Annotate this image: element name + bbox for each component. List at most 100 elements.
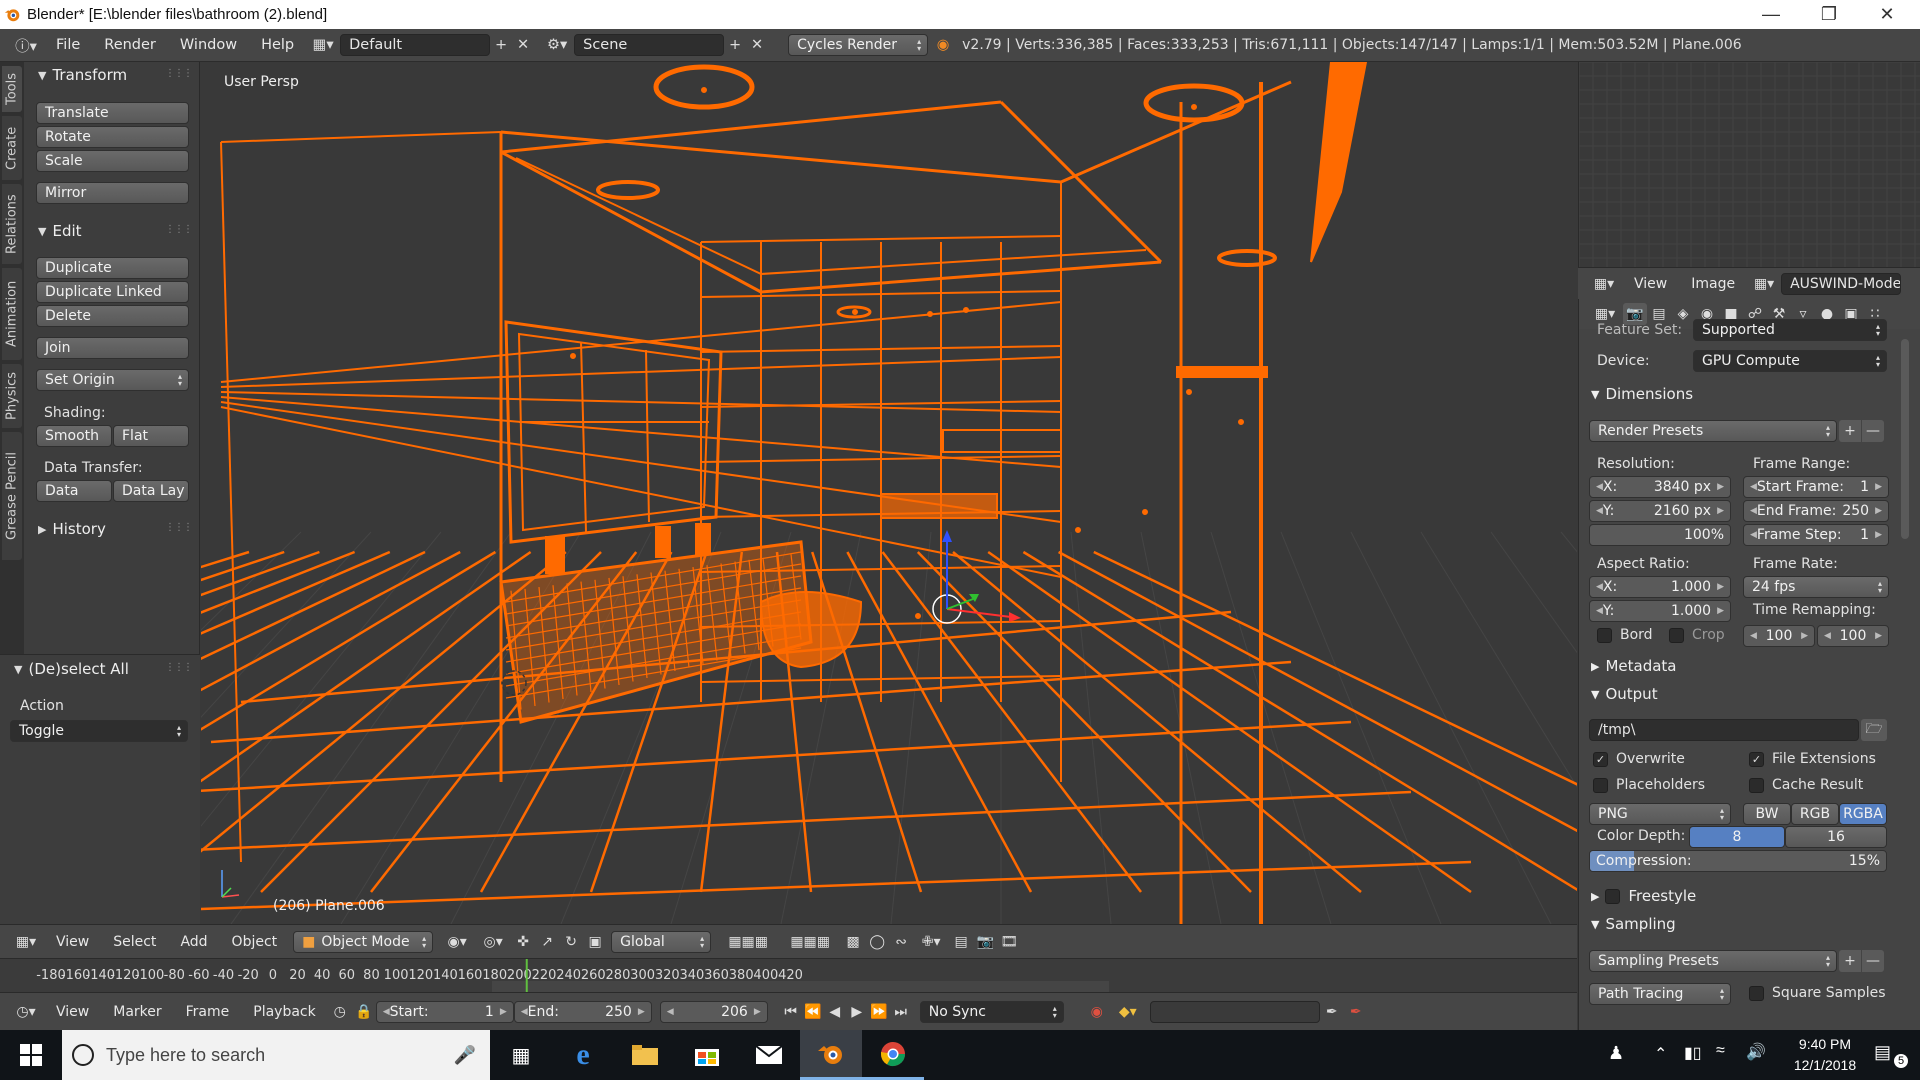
frame-step-field[interactable]: ◀ Frame Step: 1 ▶ xyxy=(1743,524,1889,546)
color-depth-16-button[interactable]: 16 xyxy=(1785,826,1887,848)
action-dropdown[interactable]: Toggle xyxy=(10,720,188,742)
border-checkbox[interactable]: Bord xyxy=(1597,627,1653,643)
timeline-frame-menu[interactable]: Frame xyxy=(174,1004,242,1020)
history-panel-header[interactable]: ▶ History xyxy=(38,520,106,538)
keying-icon[interactable]: ◆▾ xyxy=(1110,1001,1146,1023)
jump-start-icon[interactable]: ⏮ xyxy=(780,1001,802,1023)
add-preset-icon[interactable]: + xyxy=(1839,420,1861,442)
delete-button[interactable]: Delete xyxy=(36,305,189,327)
pivot-point-icon[interactable]: ◎▾ xyxy=(475,931,511,953)
timeline-playback-menu[interactable]: Playback xyxy=(241,1004,327,1020)
clock-date[interactable]: 12/1/2018 xyxy=(1790,1057,1860,1073)
blender-taskbar-icon[interactable] xyxy=(800,1030,862,1080)
image-editor-area[interactable] xyxy=(1578,62,1920,267)
tab-grease-pencil[interactable]: Grease Pencil xyxy=(2,432,22,560)
minimize-button[interactable]: — xyxy=(1742,0,1800,29)
render-presets-dropdown[interactable]: Render Presets xyxy=(1589,420,1837,442)
opengl-anim-icon[interactable]: 🎞 xyxy=(997,931,1021,953)
record-icon[interactable]: ◉ xyxy=(1084,1001,1110,1023)
file-extensions-checkbox[interactable]: ✓ File Extensions xyxy=(1749,751,1876,767)
remove-sampling-preset-icon[interactable]: — xyxy=(1862,950,1884,972)
image-name-field[interactable]: AUSWIND-Modern xyxy=(1781,272,1902,295)
image-browse-icon[interactable]: ▦▾ xyxy=(1747,273,1781,295)
drag-grip-icon[interactable]: ⋮⋮⋮ xyxy=(165,662,193,673)
frame-rate-dropdown[interactable]: 24 fps xyxy=(1743,576,1889,598)
opengl-render-icon[interactable]: 📷 xyxy=(973,931,997,953)
output-path-field[interactable]: /tmp\ xyxy=(1589,719,1859,741)
chrome-taskbar-icon[interactable] xyxy=(862,1030,924,1080)
file-explorer-icon[interactable] xyxy=(614,1030,676,1080)
store-icon[interactable] xyxy=(676,1030,738,1080)
task-view-icon[interactable]: ▦ xyxy=(490,1030,552,1080)
tab-relations[interactable]: Relations xyxy=(2,184,22,264)
snap-element-icon[interactable]: ✙▾ xyxy=(913,931,949,953)
output-panel-header[interactable]: ▼ Output xyxy=(1591,685,1658,703)
drag-grip-icon[interactable]: ⋮⋮⋮ xyxy=(165,224,193,235)
crop-checkbox[interactable]: Crop xyxy=(1669,627,1725,643)
3d-viewport[interactable]: User Persp (206) Plane.006 xyxy=(201,62,1577,924)
add-layout-icon[interactable]: + xyxy=(490,34,512,56)
restore-button[interactable]: ❐ xyxy=(1800,0,1858,29)
render-engine-dropdown[interactable]: Cycles Render xyxy=(788,34,929,56)
duplicate-linked-button[interactable]: Duplicate Linked xyxy=(36,281,189,303)
keying-set-field[interactable] xyxy=(1149,1000,1320,1023)
freestyle-panel-header[interactable]: ▶ Freestyle xyxy=(1591,887,1696,905)
data-transfer-button[interactable]: Data xyxy=(36,480,112,502)
remove-scene-icon[interactable]: ✕ xyxy=(746,34,768,56)
aspect-y-field[interactable]: ◀ Y: 1.000 ▶ xyxy=(1589,600,1731,622)
microphone-icon[interactable]: 🎤 xyxy=(454,1045,476,1066)
play-icon[interactable]: ▶ xyxy=(846,1001,868,1023)
screen-layout-field[interactable]: Default xyxy=(340,34,491,56)
edge-browser-icon[interactable]: e xyxy=(552,1030,614,1080)
wifi-icon[interactable]: ≈ xyxy=(1716,1042,1725,1060)
tab-animation[interactable]: Animation xyxy=(2,268,22,360)
tab-tools[interactable]: Tools xyxy=(2,66,22,112)
current-frame-field[interactable]: ◀ 206 ▶ xyxy=(659,1000,768,1023)
placeholders-checkbox[interactable]: Placeholders xyxy=(1593,777,1705,793)
screen-layout-icon[interactable]: ▦▾ xyxy=(306,34,340,56)
close-window-button[interactable]: ✕ xyxy=(1858,0,1916,29)
image-view-menu[interactable]: View xyxy=(1622,276,1679,292)
layers-grid-2-icon[interactable]: ▦▦▦ xyxy=(779,931,841,953)
play-reverse-icon[interactable]: ◀ xyxy=(824,1001,846,1023)
translate-manipulator-icon[interactable]: ↗ xyxy=(535,931,559,953)
lock-camera-icon[interactable]: ▩ xyxy=(841,931,865,953)
scale-manipulator-icon[interactable]: ▣ xyxy=(583,931,607,953)
sampling-presets-dropdown[interactable]: Sampling Presets xyxy=(1589,950,1837,972)
battery-icon[interactable]: ▮▯ xyxy=(1684,1043,1702,1063)
add-scene-icon[interactable]: + xyxy=(724,34,746,56)
file-format-dropdown[interactable]: PNG xyxy=(1589,803,1731,825)
timeline-view-menu[interactable]: View xyxy=(44,1004,101,1020)
flat-button[interactable]: Flat xyxy=(113,425,189,447)
compression-slider[interactable]: Compression: 15% xyxy=(1589,850,1887,872)
dimensions-panel-header[interactable]: ▼ Dimensions xyxy=(1591,385,1693,403)
menu-file[interactable]: File xyxy=(44,37,92,53)
action-center-icon[interactable]: ▤ xyxy=(1874,1042,1891,1063)
timeline-editor-type-icon[interactable]: ◷▾ xyxy=(8,1001,44,1023)
scene-field[interactable]: Scene xyxy=(574,34,725,56)
drag-grip-icon[interactable]: ⋮⋮⋮ xyxy=(165,68,193,79)
manipulator-toggle-icon[interactable]: ✜ xyxy=(511,931,535,953)
preview-range-icon[interactable]: ◷ xyxy=(328,1001,352,1023)
add-sampling-preset-icon[interactable]: + xyxy=(1839,950,1861,972)
remove-layout-icon[interactable]: ✕ xyxy=(512,34,534,56)
resolution-percent-field[interactable]: 100% xyxy=(1589,524,1731,546)
rgba-button[interactable]: RGBA xyxy=(1839,803,1887,825)
menu-window[interactable]: Window xyxy=(168,37,249,53)
data-layout-button[interactable]: Data Lay xyxy=(113,480,189,502)
start-button[interactable] xyxy=(0,1030,62,1080)
bw-button[interactable]: BW xyxy=(1743,803,1791,825)
people-icon[interactable]: ♟ xyxy=(1608,1043,1624,1064)
select-menu[interactable]: Select xyxy=(101,934,168,950)
menu-render[interactable]: Render xyxy=(92,37,168,53)
render-preview-icon[interactable]: ▤ xyxy=(949,931,973,953)
time-remap-old-field[interactable]: ◀ 100 ▶ xyxy=(1743,625,1815,647)
end-field[interactable]: ◀ End: 250 ▶ xyxy=(513,1000,652,1023)
transform-orientation-dropdown[interactable]: Global xyxy=(611,930,712,953)
insert-keyframe-icon[interactable]: ✒ xyxy=(1320,1001,1344,1023)
mail-icon[interactable] xyxy=(738,1030,800,1080)
jump-end-icon[interactable]: ⏭ xyxy=(890,1001,912,1023)
feature-set-dropdown[interactable]: Supported xyxy=(1693,319,1887,341)
timeline-marker-menu[interactable]: Marker xyxy=(101,1004,173,1020)
rotate-manipulator-icon[interactable]: ↻ xyxy=(559,931,583,953)
